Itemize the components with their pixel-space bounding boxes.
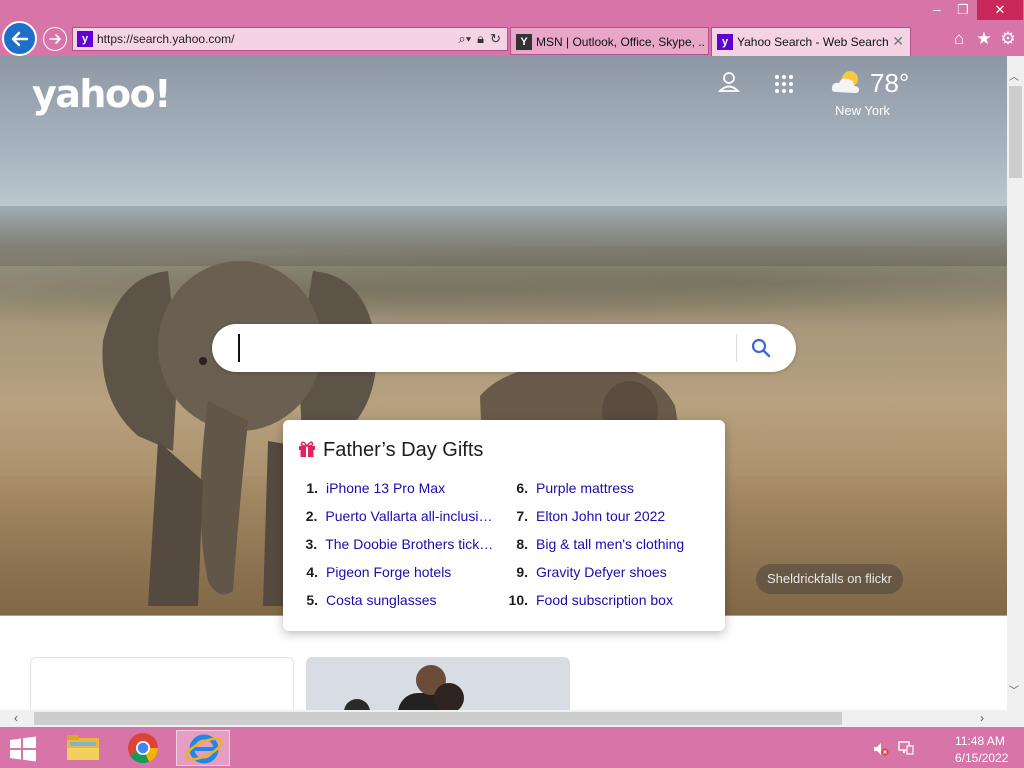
trending-rank: 8.: [516, 536, 528, 552]
volume-muted-icon[interactable]: [873, 742, 889, 756]
partly-cloudy-icon[interactable]: [830, 68, 862, 96]
arrow-left-icon: [11, 31, 29, 47]
arrow-right-icon: [49, 34, 61, 44]
trending-link[interactable]: Gravity Defyer shoes: [536, 564, 667, 592]
folder-icon: [67, 735, 99, 760]
tab-msn[interactable]: Y MSN | Outlook, Office, Skype, ...: [510, 27, 709, 55]
trending-link[interactable]: iPhone 13 Pro Max: [326, 480, 445, 508]
trending-card: Father’s Day Gifts 1. iPhone 13 Pro Max 2…: [283, 420, 725, 631]
favorites-star-icon[interactable]: ★: [973, 28, 995, 50]
tab-label: Yahoo Search - Web Search: [737, 35, 889, 49]
page-viewport: yahoo! 78° New York Sheldrickfalls on fl…: [0, 56, 1007, 710]
trending-rank: 6.: [516, 480, 528, 496]
trending-link[interactable]: Elton John tour 2022: [536, 508, 665, 536]
taskbar: 11:48 AM 6/15/2022: [0, 728, 1024, 768]
lock-icon[interactable]: 🔒︎: [477, 31, 484, 47]
scroll-corner: [1007, 710, 1024, 727]
trending-link[interactable]: Costa sunglasses: [326, 592, 437, 620]
address-bar[interactable]: y https://search.yahoo.com/ ⌕▾ 🔒︎ ↻: [72, 27, 508, 51]
trending-list-right: 6. Purple mattress 7. Elton John tour 2022…: [505, 480, 715, 620]
scroll-right-arrow-icon[interactable]: ›: [980, 711, 984, 725]
news-photo-person: [434, 683, 464, 710]
network-icon[interactable]: [898, 740, 914, 756]
news-photo-person: [344, 699, 370, 710]
trending-item[interactable]: 10. Food subscription box: [505, 592, 715, 620]
tab-yahoo-search[interactable]: y Yahoo Search - Web Search ✕: [711, 27, 911, 56]
internet-explorer-icon: [185, 734, 223, 764]
trending-rank: 10.: [508, 592, 528, 608]
trending-item[interactable]: 2. Puerto Vallarta all-inclusiv…: [295, 508, 495, 536]
trending-item[interactable]: 7. Elton John tour 2022: [505, 508, 715, 536]
close-window-button[interactable]: ✕: [977, 0, 1023, 20]
restore-button[interactable]: ❐: [950, 0, 976, 20]
trending-link[interactable]: Puerto Vallarta all-inclusiv…: [325, 508, 495, 536]
msn-favicon-icon: Y: [516, 34, 532, 50]
trending-rank: 5.: [306, 592, 318, 608]
horizontal-scroll-thumb[interactable]: [34, 712, 842, 725]
trending-item[interactable]: 6. Purple mattress: [505, 480, 715, 508]
profile-icon[interactable]: [718, 70, 740, 94]
close-tab-icon[interactable]: ✕: [892, 33, 904, 50]
windows-start-icon[interactable]: [8, 736, 38, 762]
clock-date[interactable]: 6/15/2022: [955, 751, 1008, 765]
minimize-button[interactable]: –: [924, 0, 950, 20]
news-card-with-photo[interactable]: [306, 657, 570, 710]
trending-rank: 1.: [306, 480, 318, 496]
search-input[interactable]: [238, 334, 728, 362]
tab-label: MSN | Outlook, Office, Skype, ...: [536, 35, 706, 49]
trending-link[interactable]: Purple mattress: [536, 480, 634, 508]
trending-item[interactable]: 9. Gravity Defyer shoes: [505, 564, 715, 592]
trending-rank: 9.: [516, 564, 528, 580]
trending-item[interactable]: 5. Costa sunglasses: [295, 592, 495, 620]
vertical-scroll-thumb[interactable]: [1009, 86, 1022, 178]
trending-link[interactable]: Big & tall men's clothing: [536, 536, 684, 564]
search-box[interactable]: [212, 324, 796, 372]
home-icon[interactable]: ⌂: [948, 28, 970, 50]
trending-list-left: 1. iPhone 13 Pro Max 2. Puerto Vallarta al…: [295, 480, 495, 620]
scroll-down-arrow-icon[interactable]: ﹀: [1009, 682, 1019, 697]
refresh-icon[interactable]: ↻: [490, 31, 501, 47]
scroll-up-arrow-icon[interactable]: ︿: [1009, 68, 1019, 83]
trending-item[interactable]: 3. The Doobie Brothers ticke…: [295, 536, 495, 564]
taskbar-file-explorer[interactable]: [56, 730, 110, 766]
trending-rank: 2.: [305, 508, 318, 524]
taskbar-chrome[interactable]: [116, 730, 170, 766]
settings-gear-icon[interactable]: ⚙: [997, 28, 1019, 50]
yahoo-favicon-icon: y: [717, 34, 733, 50]
taskbar-internet-explorer[interactable]: [176, 730, 230, 766]
search-icon[interactable]: [748, 336, 774, 360]
gift-icon: [299, 441, 315, 457]
yahoo-logo[interactable]: yahoo!: [32, 72, 172, 116]
trending-rank: 4.: [306, 564, 318, 580]
trending-item[interactable]: 8. Big & tall men's clothing: [505, 536, 715, 564]
back-button[interactable]: [2, 21, 37, 56]
trending-title: Father’s Day Gifts: [323, 439, 484, 461]
trending-link[interactable]: The Doobie Brothers ticke…: [325, 536, 495, 564]
forward-button[interactable]: [43, 27, 67, 51]
horizontal-scrollbar[interactable]: ‹ ›: [0, 710, 1007, 727]
photo-credit-link[interactable]: Sheldrickfalls on flickr: [756, 564, 903, 594]
chrome-icon: [128, 733, 159, 764]
trending-link[interactable]: Pigeon Forge hotels: [326, 564, 451, 592]
clock-time[interactable]: 11:48 AM: [955, 734, 1005, 748]
browser-chrome: – ❐ ✕ y https://search.yahoo.com/ ⌕▾ 🔒︎ …: [0, 0, 1024, 56]
weather-temperature[interactable]: 78°: [870, 68, 909, 99]
vertical-scrollbar[interactable]: ︿ ﹀: [1007, 56, 1024, 710]
news-card[interactable]: [30, 657, 294, 710]
trending-rank: 3.: [305, 536, 318, 552]
address-url[interactable]: https://search.yahoo.com/: [97, 32, 234, 46]
trending-item[interactable]: 1. iPhone 13 Pro Max: [295, 480, 495, 508]
apps-grid-icon[interactable]: [774, 74, 794, 94]
search-dropdown-icon[interactable]: ⌕▾: [458, 31, 471, 47]
trending-link[interactable]: Food subscription box: [536, 592, 673, 620]
trending-item[interactable]: 4. Pigeon Forge hotels: [295, 564, 495, 592]
yahoo-favicon-icon: y: [77, 31, 93, 47]
scroll-left-arrow-icon[interactable]: ‹: [14, 711, 18, 725]
weather-city[interactable]: New York: [835, 103, 890, 118]
search-divider: [736, 334, 737, 362]
trending-rank: 7.: [516, 508, 528, 524]
